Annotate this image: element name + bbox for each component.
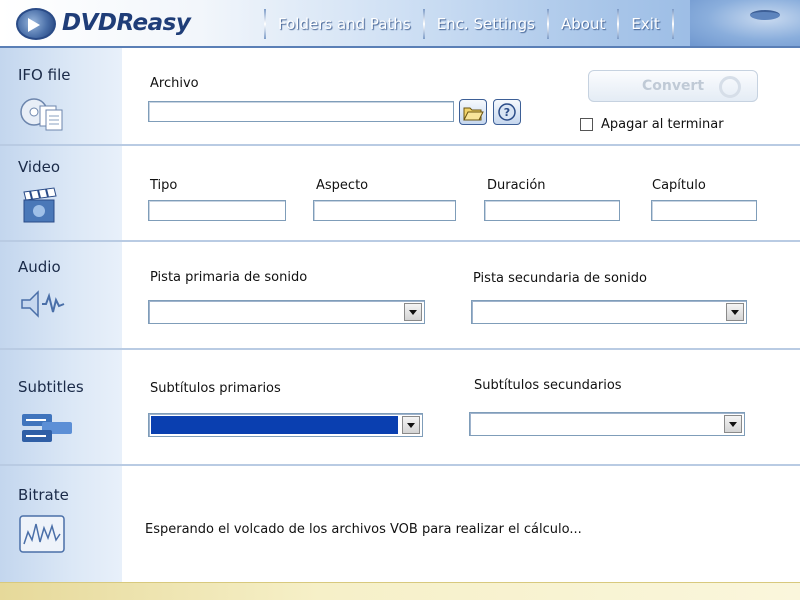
sidebar-label-subtitles: Subtitles: [18, 378, 84, 396]
subtitles-secondary-select[interactable]: [469, 412, 745, 436]
subtitle-strips-icon: [22, 414, 72, 442]
sidebar-label-video: Video: [18, 158, 61, 176]
nav-about[interactable]: About: [555, 15, 611, 33]
folder-open-icon: [463, 107, 484, 121]
face-eye: [750, 10, 780, 20]
sidebar-section-audio[interactable]: Audio: [0, 240, 122, 348]
audio-secondary-label: Pista secundaria de sonido: [473, 271, 647, 286]
archivo-label: Archivo: [150, 76, 199, 91]
nav-separator: [547, 9, 549, 39]
audio-secondary-select[interactable]: [471, 300, 747, 324]
convert-button[interactable]: Convert: [588, 70, 758, 102]
film-clapper-icon: [23, 187, 57, 223]
waveform-graph-icon: [19, 515, 65, 553]
help-question-icon: ?: [498, 103, 516, 121]
main-nav: Folders and Paths Enc. Settings About Ex…: [258, 6, 680, 42]
app-header: DVDReasy Folders and Paths Enc. Settings…: [0, 0, 800, 48]
nav-separator: [264, 9, 266, 39]
nav-separator: [671, 9, 674, 39]
section-divider: [0, 348, 800, 350]
app-logo: DVDReasy: [8, 4, 258, 44]
header-face-graphic: [690, 0, 800, 46]
disc-documents-icon: [20, 98, 63, 131]
subtitles-primary-select[interactable]: [148, 413, 423, 437]
speaker-wave-icon: [21, 290, 65, 318]
chevron-down-icon[interactable]: [724, 415, 742, 433]
nav-separator: [422, 9, 425, 39]
selected-highlight: [151, 416, 398, 434]
section-divider: [0, 240, 800, 242]
sidebar-section-video[interactable]: Video: [0, 144, 122, 240]
audio-primary-select[interactable]: [148, 300, 425, 324]
app-name: DVDReasy: [62, 10, 191, 36]
capitulo-field: [651, 200, 757, 221]
status-strip: [0, 582, 800, 600]
nav-exit[interactable]: Exit: [625, 15, 665, 33]
nav-folders-and-paths[interactable]: Folders and Paths: [272, 15, 417, 33]
archivo-path-field[interactable]: [148, 101, 454, 122]
convert-ring-icon: [719, 76, 741, 98]
sidebar-section-ifo[interactable]: IFO file: [0, 48, 122, 144]
tipo-field: [148, 200, 286, 221]
subtitles-primary-label: Subtítulos primarios: [150, 381, 281, 396]
convert-button-label: Convert: [641, 78, 705, 94]
section-divider: [0, 464, 800, 466]
nav-separator: [617, 9, 620, 39]
sidebar-label-ifo: IFO file: [18, 66, 71, 84]
section-divider: [0, 144, 800, 146]
sidebar: IFO file Video Audio Subtitles Bitrate: [0, 48, 122, 582]
aspecto-label: Aspecto: [316, 178, 369, 193]
chevron-down-icon[interactable]: [402, 416, 420, 434]
sidebar-label-bitrate: Bitrate: [18, 486, 69, 504]
capitulo-label: Capítulo: [652, 178, 706, 193]
logo-arrow-icon: [16, 8, 56, 40]
bitrate-status-text: Esperando el volcado de los archivos VOB…: [145, 522, 582, 537]
audio-primary-label: Pista primaria de sonido: [150, 270, 308, 285]
sidebar-section-bitrate[interactable]: Bitrate: [0, 464, 122, 582]
nav-enc-settings[interactable]: Enc. Settings: [431, 15, 541, 33]
chevron-down-icon[interactable]: [404, 303, 422, 321]
shutdown-checkbox[interactable]: [580, 118, 593, 131]
subtitles-secondary-label: Subtítulos secundarios: [474, 378, 622, 393]
shutdown-label: Apagar al terminar: [601, 117, 724, 132]
aspecto-field: [313, 200, 456, 221]
chevron-down-icon[interactable]: [726, 303, 744, 321]
svg-text:?: ?: [504, 106, 510, 119]
help-button[interactable]: ?: [493, 99, 521, 125]
browse-folder-button[interactable]: [459, 99, 487, 125]
duracion-field: [484, 200, 620, 221]
tipo-label: Tipo: [150, 178, 178, 193]
sidebar-section-subtitles[interactable]: Subtitles: [0, 348, 122, 464]
sidebar-label-audio: Audio: [18, 258, 61, 276]
duracion-label: Duración: [487, 178, 546, 193]
